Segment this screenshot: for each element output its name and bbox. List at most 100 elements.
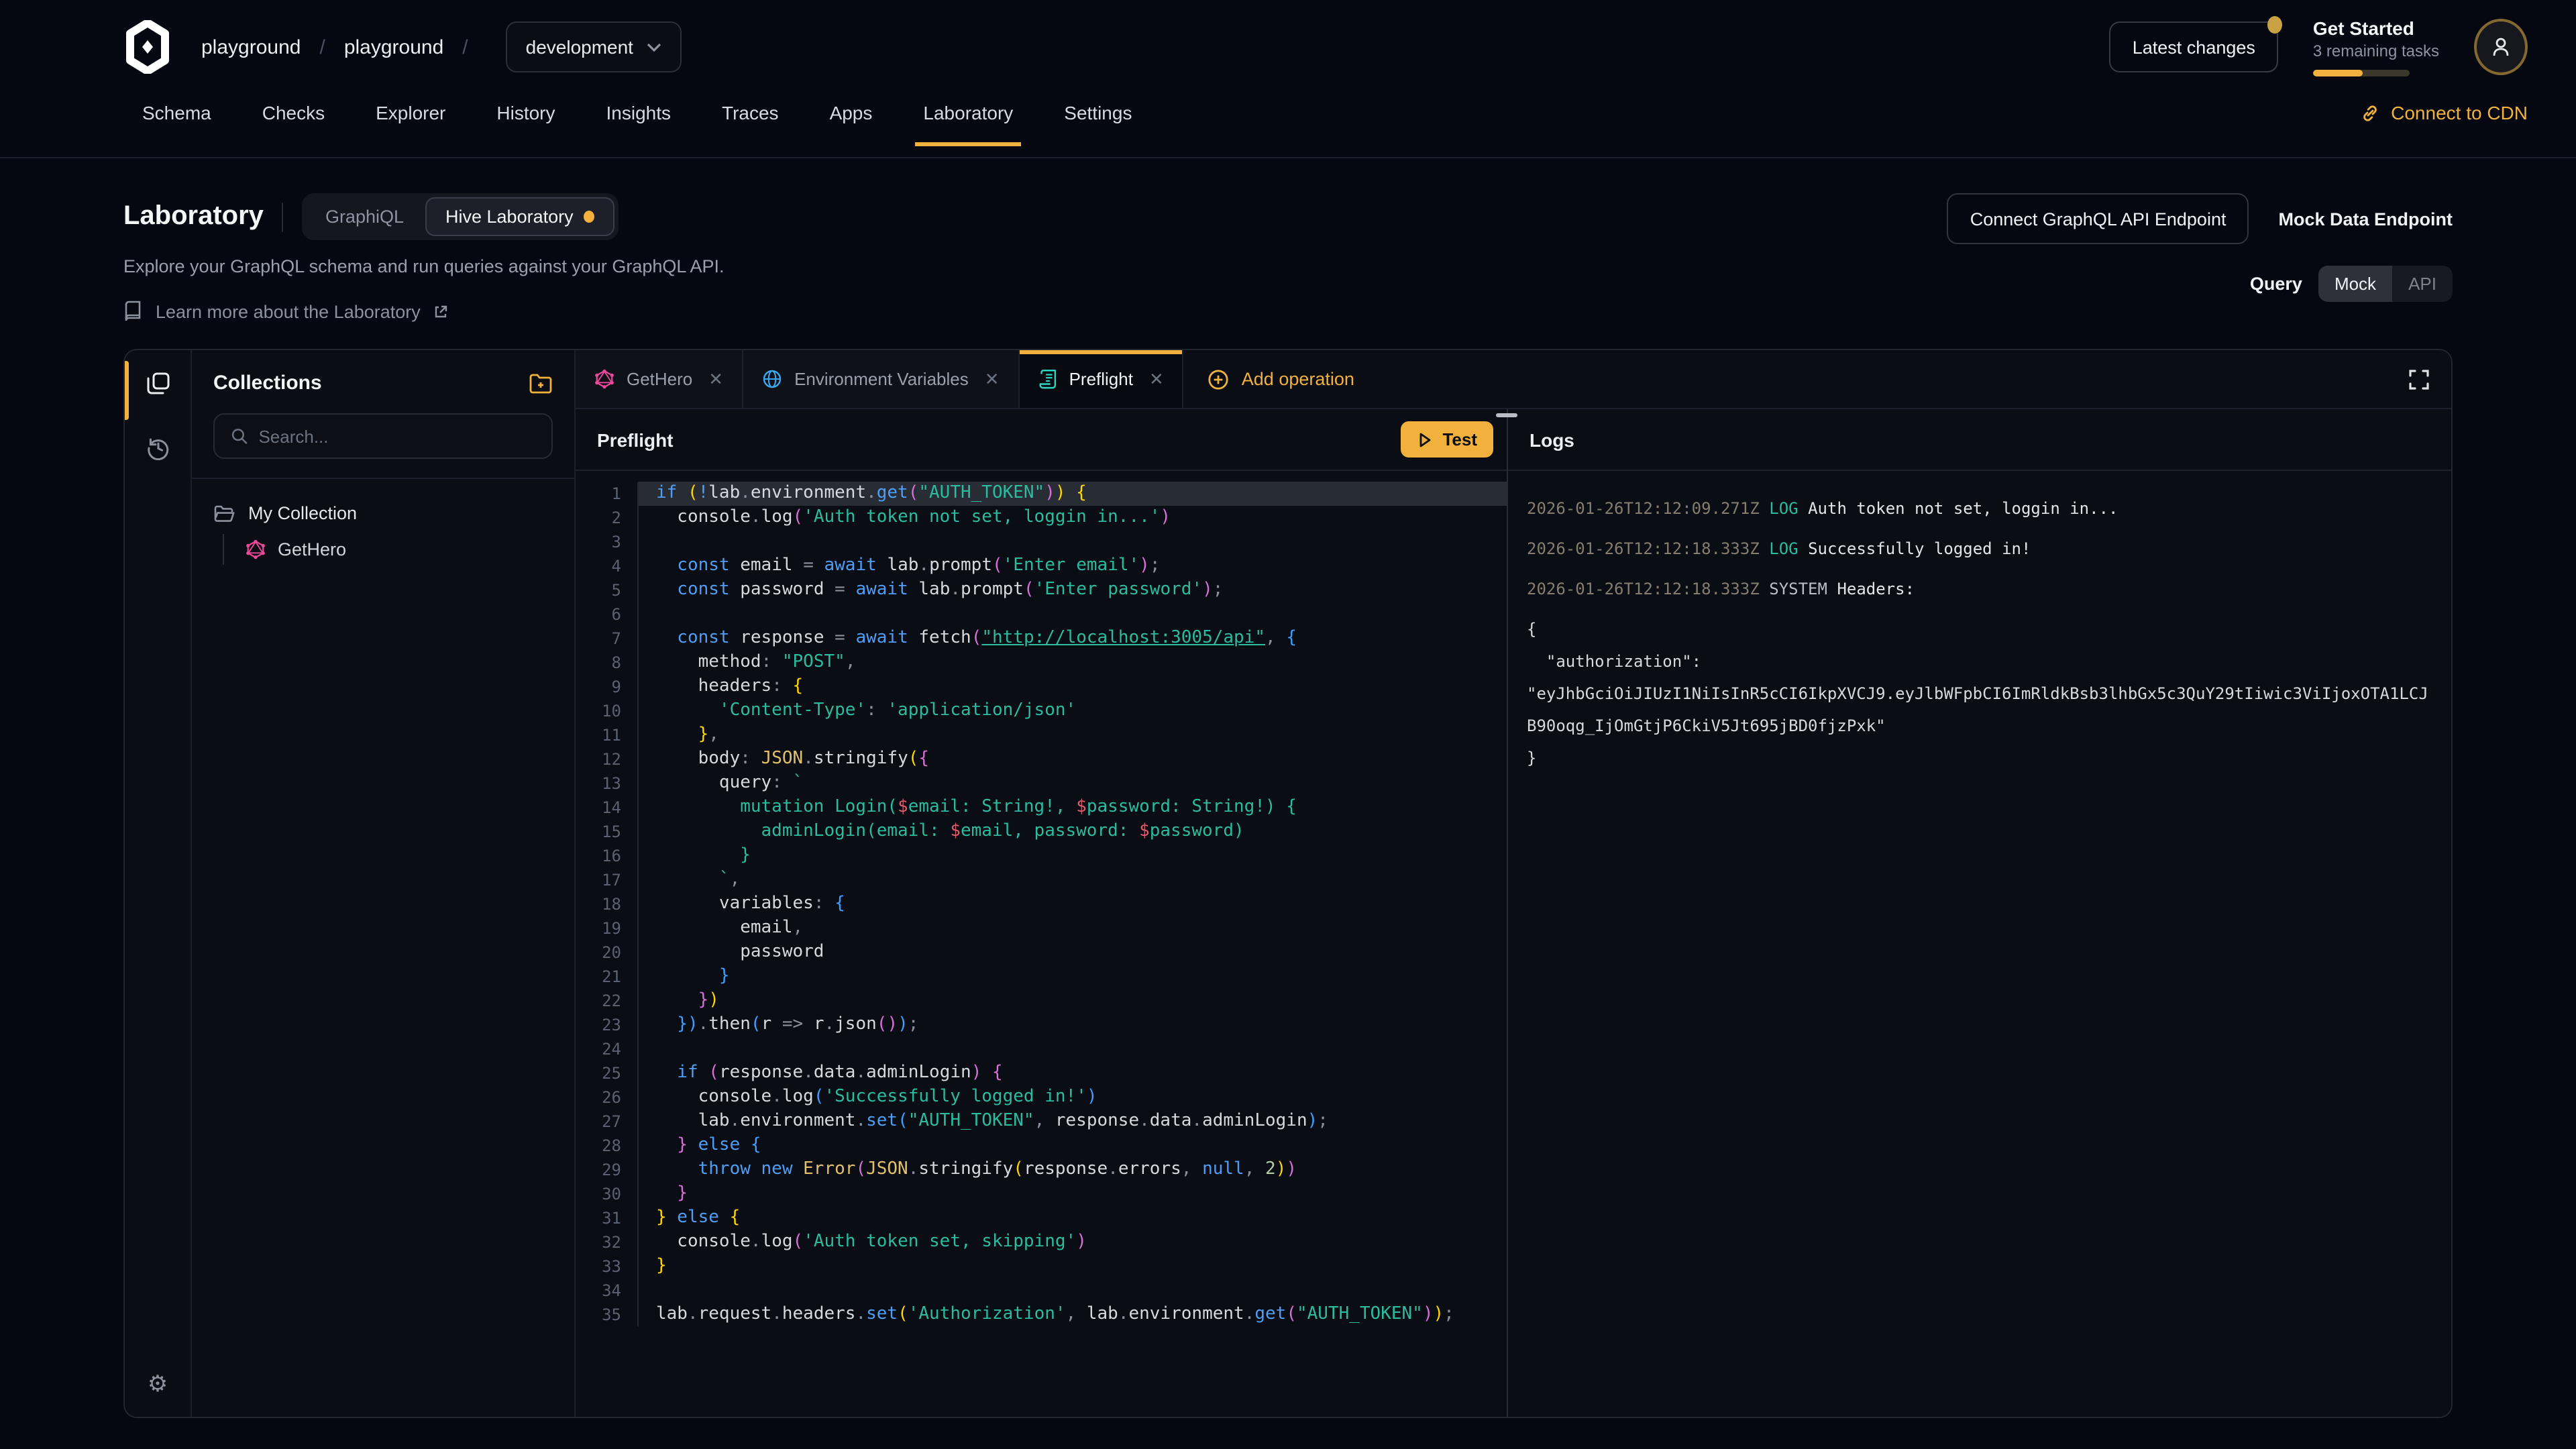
code-line-12[interactable]: 12 body: JSON.stringify({ <box>576 747 1507 771</box>
code-editor[interactable]: 1if (!lab.environment.get("AUTH_TOKEN"))… <box>576 471 1507 1417</box>
logs-output[interactable]: 2026-01-26T12:12:09.271Z LOG Auth token … <box>1508 471 2451 1417</box>
code-line-27[interactable]: 27 lab.environment.set("AUTH_TOKEN", res… <box>576 1110 1507 1134</box>
code-line-25[interactable]: 25 if (response.data.adminLogin) { <box>576 1061 1507 1085</box>
connect-graphql-api-endpoint-button[interactable]: Connect GraphQL API Endpoint <box>1947 193 2249 244</box>
nav-item-schema[interactable]: Schema <box>142 102 211 146</box>
code-line-6[interactable]: 6 <box>576 602 1507 627</box>
code-line-2[interactable]: 2 console.log('Auth token not set, loggi… <box>576 506 1507 530</box>
code-line-1[interactable]: 1if (!lab.environment.get("AUTH_TOKEN"))… <box>576 482 1507 506</box>
add-operation-button[interactable]: Add operation <box>1184 350 1379 408</box>
close-tab-icon[interactable]: ✕ <box>1149 368 1164 390</box>
code-line-20[interactable]: 20 password <box>576 941 1507 965</box>
code-line-35[interactable]: 35lab.request.headers.set('Authorization… <box>576 1303 1507 1327</box>
code-line-26[interactable]: 26 console.log('Successfully logged in!'… <box>576 1085 1507 1110</box>
nav-item-traces[interactable]: Traces <box>722 102 779 146</box>
nav-item-explorer[interactable]: Explorer <box>376 102 445 146</box>
target-selector-dropdown[interactable]: development <box>506 21 682 72</box>
code-line-7[interactable]: 7 const response = await fetch("http://l… <box>576 627 1507 651</box>
mode-option-hive-laboratory[interactable]: Hive Laboratory <box>425 197 615 236</box>
query-mode-segmented-control: MockAPI <box>2318 266 2453 302</box>
top-bar-right: Latest changes Get Started 3 remaining t… <box>2110 17 2528 76</box>
nav-item-checks[interactable]: Checks <box>262 102 325 146</box>
learn-more-link[interactable]: Learn more about the Laboratory <box>123 301 1947 322</box>
operation-item-gethero[interactable]: GetHero <box>246 534 553 565</box>
code-content: if (!lab.environment.get("AUTH_TOKEN")) … <box>637 482 1507 506</box>
code-line-13[interactable]: 13 query: ` <box>576 771 1507 796</box>
connect-to-cdn-link[interactable]: Connect to CDN <box>2360 102 2528 123</box>
external-link-icon <box>434 304 449 319</box>
operation-label: GetHero <box>278 539 346 559</box>
settings-rail-button[interactable]: ⚙ <box>148 1371 168 1398</box>
hive-logo-icon[interactable] <box>123 20 172 74</box>
code-line-5[interactable]: 5 const password = await lab.prompt('Ent… <box>576 578 1507 602</box>
query-mode-mock[interactable]: Mock <box>2318 266 2392 302</box>
code-line-22[interactable]: 22 }) <box>576 989 1507 1013</box>
get-started-progressbar <box>2313 70 2410 76</box>
history-rail-button[interactable] <box>146 436 170 460</box>
nav-item-settings[interactable]: Settings <box>1064 102 1132 146</box>
code-line-23[interactable]: 23 }).then(r => r.json()); <box>576 1013 1507 1037</box>
code-line-34[interactable]: 34 <box>576 1279 1507 1303</box>
code-line-17[interactable]: 17 `, <box>576 868 1507 892</box>
code-content <box>637 1037 1507 1061</box>
line-number: 15 <box>576 820 637 844</box>
code-line-18[interactable]: 18 variables: { <box>576 892 1507 916</box>
page-description: Explore your GraphQL schema and run quer… <box>123 256 1947 276</box>
code-line-14[interactable]: 14 mutation Login($email: String!, $pass… <box>576 796 1507 820</box>
close-tab-icon[interactable]: ✕ <box>985 368 1000 390</box>
tab-gethero[interactable]: GetHero✕ <box>576 350 743 408</box>
collections-search[interactable] <box>213 413 553 459</box>
tab-environment-variables[interactable]: Environment Variables ✕ <box>743 350 1019 408</box>
code-content: headers: { <box>637 675 1507 699</box>
collections-rail-button[interactable] <box>146 372 170 396</box>
get-started-widget[interactable]: Get Started 3 remaining tasks <box>2313 17 2439 76</box>
code-line-10[interactable]: 10 'Content-Type': 'application/json' <box>576 699 1507 723</box>
close-tab-icon[interactable]: ✕ <box>708 368 723 390</box>
code-line-31[interactable]: 31} else { <box>576 1206 1507 1230</box>
code-line-19[interactable]: 19 email, <box>576 916 1507 941</box>
breadcrumb: playground / playground / development <box>201 21 682 72</box>
code-line-16[interactable]: 16 } <box>576 844 1507 868</box>
breadcrumb-org[interactable]: playground <box>201 36 301 58</box>
tab-preflight[interactable]: Preflight✕ <box>1020 350 1184 408</box>
code-line-29[interactable]: 29 throw new Error(JSON.stringify(respon… <box>576 1158 1507 1182</box>
splitter-handle[interactable] <box>1496 413 1517 417</box>
mode-option-graphiql[interactable]: GraphiQL <box>307 199 423 235</box>
fullscreen-button[interactable] <box>2387 350 2451 408</box>
code-line-15[interactable]: 15 adminLogin(email: $email, password: $… <box>576 820 1507 844</box>
tab-label: Environment Variables <box>794 369 969 389</box>
code-line-30[interactable]: 30 } <box>576 1182 1507 1206</box>
code-line-33[interactable]: 33} <box>576 1254 1507 1279</box>
code-content: query: ` <box>637 771 1507 796</box>
code-content: body: JSON.stringify({ <box>637 747 1507 771</box>
code-line-3[interactable]: 3 <box>576 530 1507 554</box>
code-line-9[interactable]: 9 headers: { <box>576 675 1507 699</box>
search-input[interactable] <box>258 426 535 446</box>
line-number: 32 <box>576 1230 637 1254</box>
folder-open-icon <box>213 504 235 523</box>
collection-folder-item[interactable]: My Collection <box>213 503 553 523</box>
code-line-8[interactable]: 8 method: "POST", <box>576 651 1507 675</box>
nav-item-history[interactable]: History <box>496 102 555 146</box>
code-line-4[interactable]: 4 const email = await lab.prompt('Enter … <box>576 554 1507 578</box>
code-line-28[interactable]: 28 } else { <box>576 1134 1507 1158</box>
code-content: } else { <box>637 1134 1507 1158</box>
breadcrumb-project[interactable]: playground <box>344 36 443 58</box>
code-line-32[interactable]: 32 console.log('Auth token set, skipping… <box>576 1230 1507 1254</box>
query-mode-api[interactable]: API <box>2392 266 2453 302</box>
code-line-21[interactable]: 21 } <box>576 965 1507 989</box>
mock-data-endpoint-button[interactable]: Mock Data Endpoint <box>2278 209 2453 229</box>
user-avatar[interactable] <box>2474 19 2528 75</box>
code-line-24[interactable]: 24 <box>576 1037 1507 1061</box>
nav-item-laboratory[interactable]: Laboratory <box>923 102 1013 146</box>
plus-circle-icon <box>1208 368 1230 390</box>
latest-changes-button[interactable]: Latest changes <box>2110 21 2278 72</box>
new-folder-icon[interactable] <box>529 372 553 394</box>
line-number: 4 <box>576 554 637 578</box>
script-icon <box>1038 369 1057 389</box>
latest-changes-label: Latest changes <box>2133 37 2255 57</box>
test-button[interactable]: Test <box>1401 421 1493 458</box>
nav-item-insights[interactable]: Insights <box>606 102 672 146</box>
nav-item-apps[interactable]: Apps <box>830 102 873 146</box>
code-line-11[interactable]: 11 }, <box>576 723 1507 747</box>
